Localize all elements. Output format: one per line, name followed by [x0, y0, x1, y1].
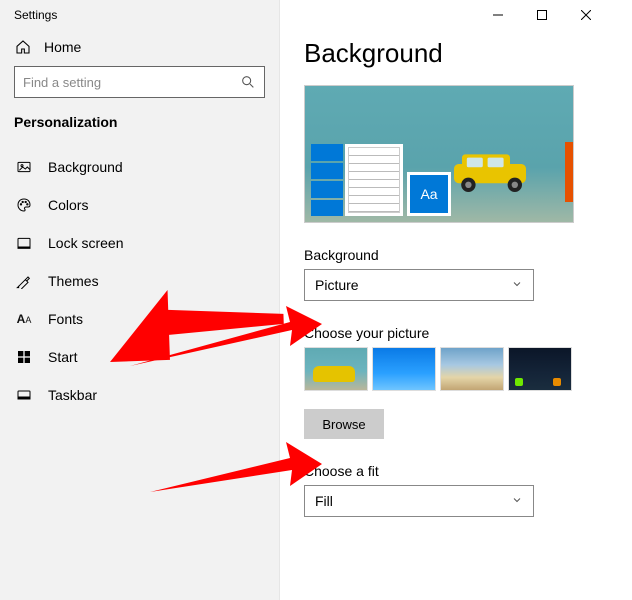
window-controls	[304, 0, 608, 30]
background-value: Picture	[315, 277, 359, 293]
accent-sample: Aa	[407, 172, 451, 216]
window-title: Settings	[0, 0, 279, 28]
search-placeholder: Find a setting	[23, 75, 234, 90]
choose-picture-label: Choose your picture	[304, 325, 608, 341]
thumb-blue[interactable]	[372, 347, 436, 391]
section-label: Personalization	[0, 110, 279, 142]
thumb-beach[interactable]	[440, 347, 504, 391]
sidebar-item-label: Lock screen	[48, 235, 123, 251]
fit-dropdown[interactable]: Fill	[304, 485, 534, 517]
search-input[interactable]: Find a setting	[14, 66, 265, 98]
sidebar-item-background[interactable]: Background	[0, 148, 279, 186]
fit-label: Choose a fit	[304, 463, 608, 479]
lockscreen-icon	[14, 234, 34, 252]
taskbar-icon	[14, 386, 34, 404]
thumb-yellow-car[interactable]	[304, 347, 368, 391]
search-icon	[240, 74, 256, 93]
chevron-down-icon	[511, 277, 523, 293]
palette-icon	[14, 196, 34, 214]
home-label: Home	[44, 39, 81, 55]
sidebar-item-label: Themes	[48, 273, 99, 289]
sidebar-item-label: Fonts	[48, 311, 83, 327]
background-label: Background	[304, 247, 608, 263]
sidebar-item-label: Colors	[48, 197, 88, 213]
themes-icon	[14, 272, 34, 290]
sidebar-item-taskbar[interactable]: Taskbar	[0, 376, 279, 414]
sidebar: Settings Home Find a setting Personaliza…	[0, 0, 280, 600]
sidebar-item-colors[interactable]: Colors	[0, 186, 279, 224]
minimize-button[interactable]	[476, 0, 520, 30]
close-button[interactable]	[564, 0, 608, 30]
home-nav[interactable]: Home	[0, 28, 279, 66]
page-title: Background	[304, 38, 608, 69]
sidebar-item-label: Start	[48, 349, 78, 365]
browse-button[interactable]: Browse	[304, 409, 384, 439]
background-dropdown[interactable]: Picture	[304, 269, 534, 301]
sidebar-item-lockscreen[interactable]: Lock screen	[0, 224, 279, 262]
start-icon	[14, 348, 34, 366]
sidebar-item-fonts[interactable]: AA Fonts	[0, 300, 279, 338]
sidebar-item-label: Taskbar	[48, 387, 97, 403]
main-panel: Background Aa Background Picture	[280, 0, 632, 600]
sidebar-item-start[interactable]: Start	[0, 338, 279, 376]
car-illustration	[439, 148, 549, 196]
sidebar-item-themes[interactable]: Themes	[0, 262, 279, 300]
thumb-night[interactable]	[508, 347, 572, 391]
picture-thumbnails	[304, 347, 608, 391]
wallpaper-preview: Aa	[304, 85, 574, 223]
fit-value: Fill	[315, 493, 333, 509]
maximize-button[interactable]	[520, 0, 564, 30]
chevron-down-icon	[511, 493, 523, 509]
home-icon	[14, 38, 32, 56]
sidebar-item-label: Background	[48, 159, 123, 175]
image-icon	[14, 158, 34, 176]
fonts-icon: AA	[14, 310, 34, 328]
